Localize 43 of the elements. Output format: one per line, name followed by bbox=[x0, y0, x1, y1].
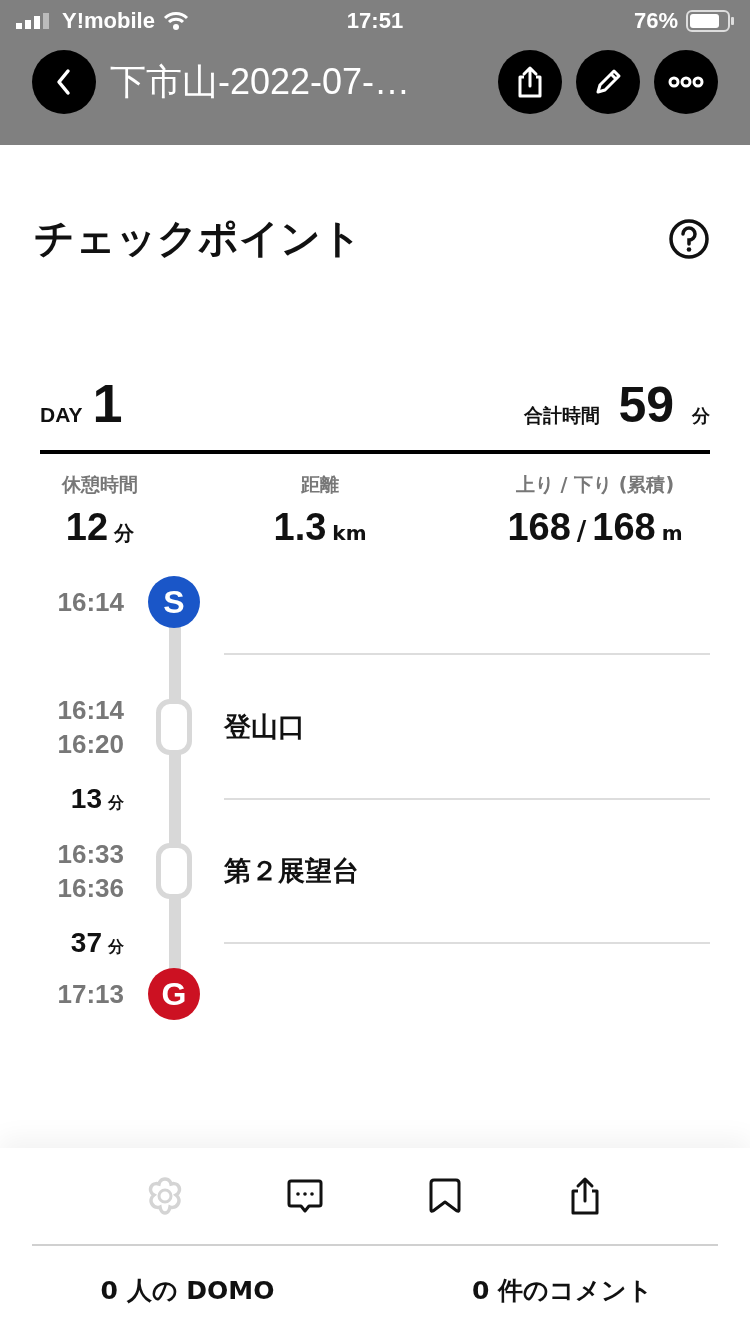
stat-value: 12 bbox=[65, 506, 109, 549]
duration-value: 13 bbox=[70, 783, 102, 815]
day-label: DAY bbox=[40, 403, 83, 427]
stat-label: 上り / 下り (累積) bbox=[515, 472, 675, 497]
time-text: 16:14 bbox=[57, 694, 124, 727]
page-title: 下市山-2022-07-… bbox=[110, 59, 412, 104]
total-time-unit: 分 bbox=[692, 404, 710, 428]
bookmark-icon[interactable] bbox=[428, 1177, 462, 1215]
time-text: 16:14 bbox=[57, 586, 124, 619]
status-time: 17:51 bbox=[346, 8, 404, 34]
wifi-icon bbox=[162, 11, 189, 31]
help-icon[interactable] bbox=[668, 217, 710, 260]
domo-count[interactable]: 0 人の DOMO bbox=[100, 1274, 275, 1307]
goal-marker: G bbox=[148, 968, 200, 1020]
more-icon[interactable] bbox=[668, 76, 704, 88]
duration-unit: 分 bbox=[108, 937, 124, 958]
start-marker: S bbox=[148, 576, 200, 628]
checkpoint-name[interactable]: 登山口 bbox=[224, 709, 305, 745]
stat-label: 休憩時間 bbox=[62, 472, 138, 497]
stat-value: 168 bbox=[592, 506, 656, 549]
time-text: 16:36 bbox=[57, 872, 124, 905]
time-text: 16:20 bbox=[57, 728, 124, 761]
battery-icon bbox=[686, 10, 734, 32]
comment-count[interactable]: 0 件のコメント bbox=[471, 1274, 654, 1307]
total-time-label: 合計時間 bbox=[524, 403, 601, 428]
checkpoint-name[interactable]: 第２展望台 bbox=[224, 853, 359, 889]
stat-unit: km bbox=[332, 521, 367, 545]
stat-unit: 分 bbox=[114, 520, 135, 547]
carrier-name: Y!mobile bbox=[62, 8, 155, 34]
time-text: 17:13 bbox=[57, 978, 124, 1011]
stat-label: 距離 bbox=[301, 472, 339, 497]
day-number: 1 bbox=[92, 372, 123, 434]
section-title: チェックポイント bbox=[34, 214, 362, 263]
battery-percent: 76% bbox=[633, 8, 678, 34]
total-time-value: 59 bbox=[618, 376, 674, 434]
comment-icon[interactable] bbox=[286, 1177, 324, 1215]
duration-unit: 分 bbox=[108, 793, 124, 814]
time-text: 16:33 bbox=[57, 838, 124, 871]
stat-value: 168 bbox=[507, 506, 571, 549]
stat-separator: / bbox=[576, 516, 587, 546]
stat-unit: m bbox=[661, 521, 683, 545]
duration-value: 37 bbox=[70, 927, 102, 959]
stat-value: 1.3 bbox=[273, 506, 327, 549]
